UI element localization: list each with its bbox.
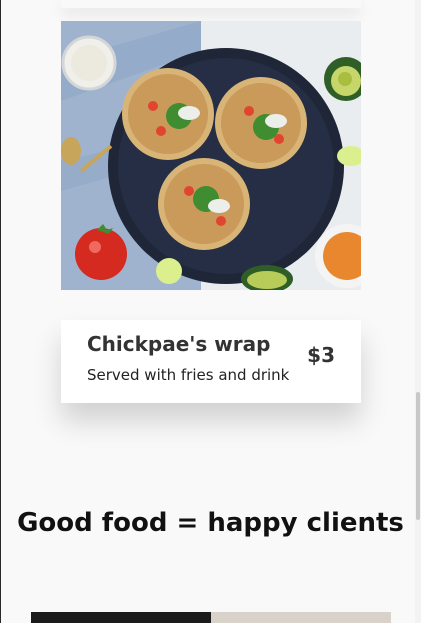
menu-item-price: $3 bbox=[307, 343, 335, 367]
menu-item-description: Served with fries and drink bbox=[87, 366, 290, 384]
previous-card-bottom bbox=[61, 0, 361, 8]
menu-item-card[interactable]: Chickpae's wrap Served with fries and dr… bbox=[61, 320, 361, 403]
scrollbar-track[interactable] bbox=[415, 0, 421, 623]
client-photo-right bbox=[211, 612, 391, 623]
clients-image-strip bbox=[31, 612, 391, 623]
menu-item-name: Chickpae's wrap bbox=[87, 332, 271, 356]
food-photo-illustration bbox=[61, 21, 361, 290]
client-photo-left bbox=[31, 612, 211, 623]
scrollbar-thumb[interactable] bbox=[416, 392, 420, 520]
chickpea-wrap-photo bbox=[61, 21, 361, 290]
section-heading: Good food = happy clients bbox=[17, 508, 404, 538]
